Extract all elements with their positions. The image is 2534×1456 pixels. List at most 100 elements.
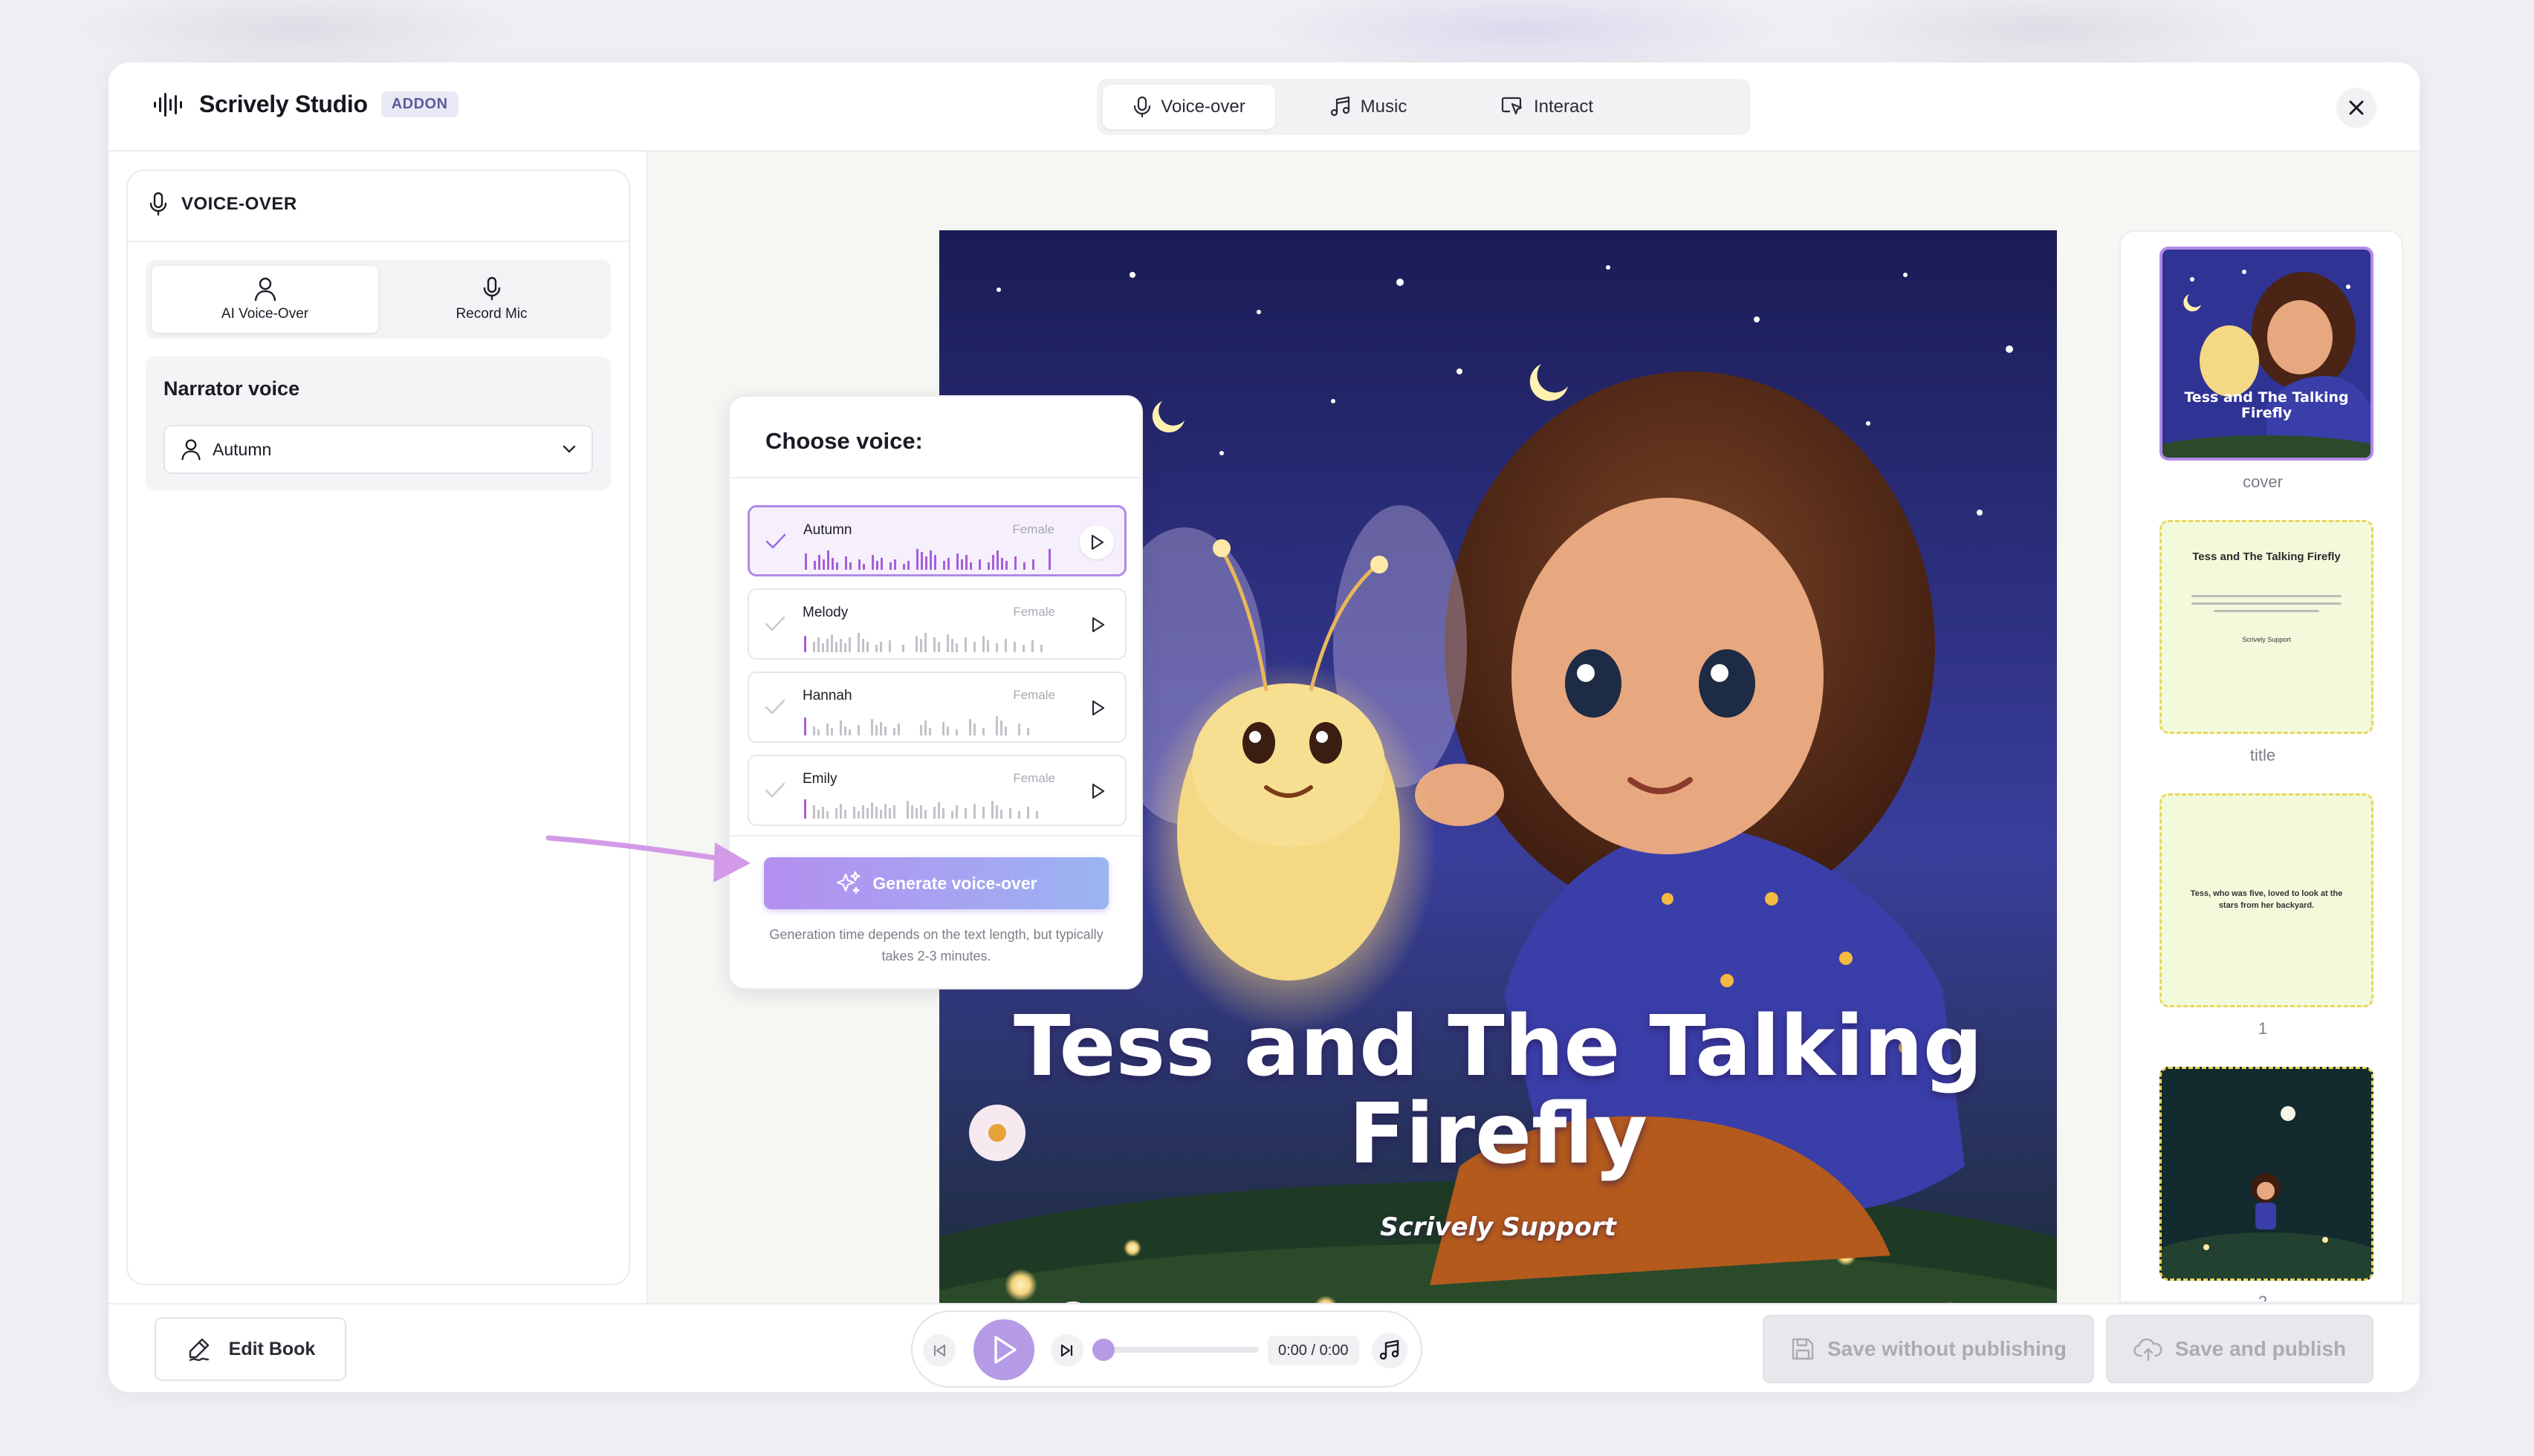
play-icon — [1092, 617, 1105, 633]
page-2-thumbnail-image — [2162, 1069, 2371, 1278]
progress-knob[interactable] — [1092, 1339, 1115, 1361]
voice-name: Melody — [803, 605, 849, 620]
tab-label: Music — [1360, 97, 1407, 117]
narrator-voice-select[interactable]: Autumn — [163, 425, 593, 474]
cover-author: Scrively Support — [1380, 1212, 1616, 1242]
thumbnail-label: title — [2249, 746, 2276, 764]
footer-bar: Edit Book 0:00 / 0:00 Save without publi… — [108, 1303, 2420, 1392]
voice-gender: Female — [1012, 522, 1054, 536]
play-preview-button[interactable] — [1080, 608, 1115, 642]
voice-option-hannah[interactable]: Hannah Female — [748, 672, 1127, 743]
check-icon — [765, 533, 786, 549]
voice-name: Autumn — [803, 522, 852, 538]
save-and-publish-button[interactable]: Save and publish — [2106, 1315, 2373, 1383]
voice-option-autumn[interactable]: Autumn Female — [748, 505, 1127, 576]
voice-gender: Female — [1013, 688, 1055, 702]
voice-gender: Female — [1013, 605, 1055, 619]
thumbnail-page-2[interactable] — [2159, 1067, 2373, 1281]
person-icon — [181, 439, 201, 461]
play-button[interactable] — [973, 1319, 1034, 1380]
play-preview-button[interactable] — [1080, 525, 1114, 559]
chevron-down-icon — [563, 445, 576, 453]
save-without-publishing-button[interactable]: Save without publishing — [1763, 1315, 2094, 1383]
voice-option-melody[interactable]: Melody Female — [748, 588, 1127, 660]
thumbnail-page-text: Tess, who was five, loved to look at the… — [2190, 889, 2343, 910]
svg-text:Tess and The Talking: Tess and The Talking — [2184, 389, 2348, 406]
studio-window: Scrively Studio ADDON Voice-over Music I… — [108, 62, 2420, 1392]
panel-title-text: VOICE-OVER — [181, 194, 297, 214]
tab-label: Interact — [1533, 97, 1594, 117]
thumbnail-text-lines — [2191, 595, 2342, 617]
person-icon — [254, 277, 276, 302]
sparkles-icon — [837, 871, 861, 894]
choose-voice-popover: Choose voice: Autumn Female Melody Femal… — [728, 395, 1143, 989]
close-button[interactable] — [2336, 88, 2376, 128]
edit-book-button[interactable]: Edit Book — [155, 1317, 346, 1381]
voice-gender: Female — [1013, 771, 1055, 785]
waveform-icon — [805, 549, 1051, 570]
annotation-arrow-icon — [545, 835, 751, 883]
waveform-icon — [804, 716, 1029, 735]
tab-label: Voice-over — [1161, 97, 1245, 117]
play-icon — [1091, 534, 1104, 550]
music-button[interactable] — [1372, 1333, 1407, 1368]
save-and-publish-label: Save and publish — [2174, 1337, 2347, 1360]
thumbnail-cover[interactable]: Tess and The Talking Firefly — [2159, 247, 2373, 461]
voice-name: Emily — [803, 771, 837, 787]
play-icon — [994, 1336, 1017, 1364]
skip-back-button[interactable] — [923, 1334, 956, 1367]
skip-forward-button[interactable] — [1051, 1334, 1083, 1367]
voice-option-emily[interactable]: Emily Female — [748, 755, 1127, 826]
mode-label: Record Mic — [456, 306, 528, 322]
check-icon — [765, 616, 785, 631]
edit-book-label: Edit Book — [228, 1338, 316, 1359]
waveform-icon — [804, 633, 1043, 652]
divider — [730, 477, 1141, 478]
voiceover-panel: VOICE-OVER AI Voice-Over Record Mic Narr… — [126, 169, 630, 1285]
mode-tabs: Voice-over Music Interact — [1097, 79, 1751, 135]
thumbnail-label: 2 — [2258, 1293, 2268, 1303]
progress-track[interactable] — [1095, 1347, 1259, 1353]
play-icon — [1092, 783, 1105, 799]
narrator-voice-label: Narrator voice — [163, 377, 300, 400]
play-icon — [1092, 700, 1105, 716]
generate-voiceover-label: Generate voice-over — [872, 873, 1037, 893]
save-without-publishing-label: Save without publishing — [1827, 1337, 2067, 1360]
tab-music[interactable]: Music — [1275, 85, 1461, 129]
microphone-icon — [149, 192, 167, 216]
pen-signature-icon — [189, 1338, 209, 1362]
left-sidebar: VOICE-OVER AI Voice-Over Record Mic Narr… — [108, 152, 648, 1303]
header: Scrively Studio ADDON Voice-over Music I… — [108, 62, 2420, 152]
skip-back-icon — [933, 1344, 946, 1357]
generation-note: Generation time depends on the text leng… — [769, 927, 1104, 963]
close-icon — [2349, 100, 2364, 115]
record-mic-button[interactable]: Record Mic — [378, 266, 605, 333]
music-note-icon — [1330, 96, 1349, 117]
waveform-icon — [804, 799, 1038, 819]
thumbnail-page-1[interactable]: Tess, who was five, loved to look at the… — [2159, 793, 2373, 1007]
voiceover-mode-toggle: AI Voice-Over Record Mic — [146, 260, 611, 339]
popover-title: Choose voice: — [765, 428, 923, 454]
play-preview-button[interactable] — [1080, 691, 1115, 725]
tab-voice-over[interactable]: Voice-over — [1103, 85, 1275, 129]
divider — [730, 835, 1141, 836]
generate-voiceover-button[interactable]: Generate voice-over — [764, 857, 1109, 909]
svg-text:Firefly: Firefly — [2241, 405, 2292, 421]
cover-thumbnail-image: Tess and The Talking Firefly — [2162, 250, 2371, 458]
mode-label: AI Voice-Over — [221, 306, 309, 322]
ai-voiceover-button[interactable]: AI Voice-Over — [152, 266, 378, 333]
addon-badge: ADDON — [380, 91, 458, 117]
microphone-icon — [1134, 96, 1151, 118]
brand-title: Scrively Studio — [199, 91, 368, 117]
play-preview-button[interactable] — [1080, 774, 1115, 808]
floppy-disk-icon — [1792, 1338, 1814, 1360]
time-readout: 0:00 / 0:00 — [1268, 1336, 1359, 1365]
thumbnail-label: 1 — [2258, 1019, 2268, 1038]
cover-title: Tess and The Talking Firefly — [939, 1003, 2057, 1178]
thumbnail-title-page[interactable]: Tess and The Talking Firefly Scrively Su… — [2159, 520, 2373, 734]
tab-interact[interactable]: Interact — [1461, 85, 1633, 129]
music-note-icon — [1379, 1339, 1399, 1360]
narrator-voice-value: Autumn — [213, 439, 272, 459]
audio-player: 0:00 / 0:00 — [911, 1310, 1422, 1388]
narrator-voice-section: Narrator voice Autumn — [146, 357, 611, 490]
